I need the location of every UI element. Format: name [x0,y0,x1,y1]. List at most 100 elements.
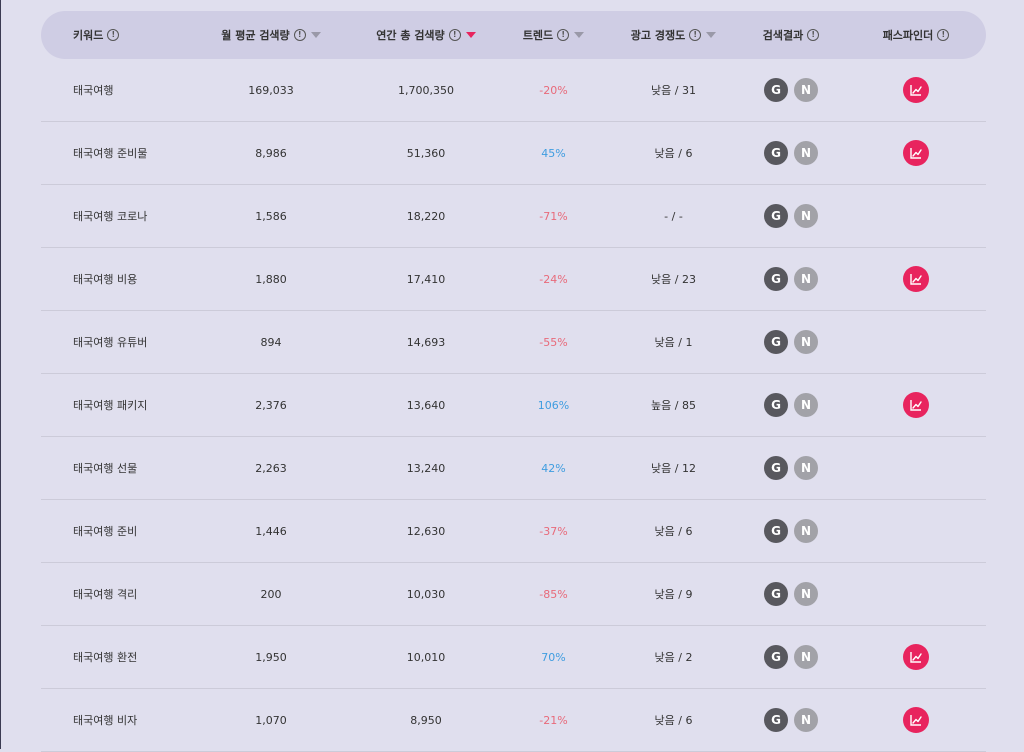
trend-cell: -71% [539,209,568,223]
yearly-volume-cell: 13,240 [406,461,446,475]
monthly-volume-cell: 8,986 [255,146,287,160]
trend-cell: -20% [539,83,568,97]
pathfinder-chart-icon[interactable] [903,77,929,103]
info-icon[interactable]: ! [293,29,306,41]
search-results-cell: G N [736,141,846,165]
keyword-cell[interactable]: 태국여행 준비 [41,523,186,539]
header-competition[interactable]: 광고 경쟁도 ! [611,27,736,43]
google-g-icon[interactable]: G [764,393,788,417]
google-g-icon[interactable]: G [764,456,788,480]
trend-cell: -85% [539,587,568,601]
search-results-cell: G N [736,78,846,102]
naver-n-icon[interactable]: N [794,582,818,606]
header-yearly-label: 연간 총 검색량 [376,29,445,42]
header-trend[interactable]: 트렌드 ! [496,27,611,43]
naver-n-icon[interactable]: N [794,267,818,291]
trend-cell: -55% [539,335,568,349]
keyword-cell[interactable]: 태국여행 비용 [41,271,186,287]
competition-cell: 낮음 / 9 [654,588,693,601]
google-g-icon[interactable]: G [764,267,788,291]
competition-cell: 낮음 / 31 [651,84,696,97]
yearly-volume-cell: 10,010 [406,650,446,664]
google-g-icon[interactable]: G [764,582,788,606]
naver-n-icon[interactable]: N [794,456,818,480]
google-g-icon[interactable]: G [764,519,788,543]
naver-n-icon[interactable]: N [794,78,818,102]
table-row: 태국여행 패키지 2,376 13,640 106% 높음 / 85 G N [41,374,986,437]
monthly-volume-cell: 2,376 [255,398,287,412]
yearly-volume-cell: 17,410 [406,272,446,286]
competition-cell: 낮음 / 1 [654,336,693,349]
header-pathfinder: 패스파인더 ! [846,27,986,43]
keyword-cell[interactable]: 태국여행 코로나 [41,208,186,224]
search-results-cell: G N [736,582,846,606]
sort-down-icon[interactable] [310,32,321,38]
yearly-volume-cell: 18,220 [406,209,446,223]
naver-n-icon[interactable]: N [794,393,818,417]
info-icon[interactable]: ! [807,29,820,41]
header-yearly[interactable]: 연간 총 검색량 ! [356,27,496,43]
keyword-table: 키워드 ! 월 평균 검색량 ! 연간 총 검색량 ! 트렌드 ! 광고 경쟁도… [41,11,986,752]
naver-n-icon[interactable]: N [794,141,818,165]
table-row: 태국여행 169,033 1,700,350 -20% 낮음 / 31 G N [41,59,986,122]
naver-n-icon[interactable]: N [794,708,818,732]
pathfinder-chart-icon[interactable] [903,644,929,670]
google-g-icon[interactable]: G [764,204,788,228]
pathfinder-chart-icon[interactable] [903,392,929,418]
keyword-cell[interactable]: 태국여행 준비물 [41,145,186,161]
sort-down-icon[interactable] [574,32,585,38]
monthly-volume-cell: 1,446 [255,524,287,538]
info-icon[interactable]: ! [937,29,950,41]
trend-chart-icon [910,715,922,726]
google-g-icon[interactable]: G [764,78,788,102]
header-results-label: 검색결과 [762,29,804,42]
competition-cell: 낮음 / 23 [651,273,696,286]
trend-cell: 70% [541,650,566,664]
search-results-cell: G N [736,204,846,228]
pathfinder-chart-icon[interactable] [903,707,929,733]
keyword-cell[interactable]: 태국여행 격리 [41,586,186,602]
google-g-icon[interactable]: G [764,708,788,732]
header-monthly[interactable]: 월 평균 검색량 ! [186,27,356,43]
info-icon[interactable]: ! [448,29,461,41]
google-g-icon[interactable]: G [764,645,788,669]
keyword-cell[interactable]: 태국여행 패키지 [41,397,186,413]
google-g-icon[interactable]: G [764,330,788,354]
table-row: 태국여행 환전 1,950 10,010 70% 낮음 / 2 G N [41,626,986,689]
trend-cell: -37% [539,524,568,538]
competition-cell: 낮음 / 6 [654,714,693,727]
pathfinder-chart-icon[interactable] [903,266,929,292]
trend-cell: -21% [539,713,568,727]
trend-cell: 45% [541,146,566,160]
yearly-volume-cell: 12,630 [406,524,446,538]
table-row: 태국여행 선물 2,263 13,240 42% 낮음 / 12 G N [41,437,986,500]
monthly-volume-cell: 1,880 [255,272,287,286]
yearly-volume-cell: 51,360 [406,146,446,160]
pathfinder-chart-icon[interactable] [903,140,929,166]
info-icon[interactable]: ! [689,29,702,41]
monthly-volume-cell: 169,033 [248,83,294,97]
google-g-icon[interactable]: G [764,141,788,165]
search-results-cell: G N [736,267,846,291]
yearly-volume-cell: 8,950 [410,713,442,727]
info-icon[interactable]: ! [557,29,570,41]
keyword-cell[interactable]: 태국여행 유튜버 [41,334,186,350]
keyword-cell[interactable]: 태국여행 선물 [41,460,186,476]
table-row: 태국여행 비용 1,880 17,410 -24% 낮음 / 23 G N [41,248,986,311]
naver-n-icon[interactable]: N [794,330,818,354]
trend-chart-icon [910,274,922,285]
sort-down-active-icon[interactable] [465,32,476,38]
search-results-cell: G N [736,330,846,354]
sort-down-icon[interactable] [706,32,717,38]
table-row: 태국여행 코로나 1,586 18,220 -71% - / - G N [41,185,986,248]
naver-n-icon[interactable]: N [794,204,818,228]
naver-n-icon[interactable]: N [794,645,818,669]
header-trend-label: 트렌드 [522,29,554,42]
info-icon[interactable]: ! [107,29,120,41]
naver-n-icon[interactable]: N [794,519,818,543]
keyword-cell[interactable]: 태국여행 비자 [41,712,186,728]
window-left-border [0,0,1,749]
monthly-volume-cell: 1,070 [255,713,287,727]
keyword-cell[interactable]: 태국여행 [41,82,186,98]
keyword-cell[interactable]: 태국여행 환전 [41,649,186,665]
